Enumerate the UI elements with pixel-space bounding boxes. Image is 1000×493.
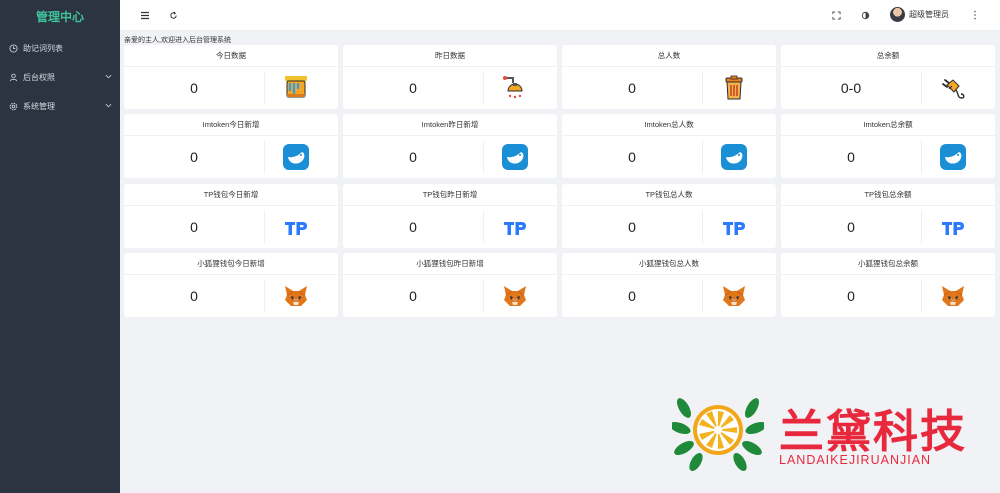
chevron-down-icon — [105, 73, 112, 82]
stat-card: 今日数据 0 — [124, 45, 338, 109]
imtoken-logo-icon — [720, 143, 748, 171]
hamburger-icon[interactable] — [138, 8, 152, 22]
sidebar-item-label: 系统管理 — [23, 102, 55, 111]
tp-logo-icon — [939, 213, 967, 241]
username: 超级管理员 — [909, 10, 949, 19]
card-title: Imtoken总人数 — [562, 114, 776, 136]
paint-bucket-icon — [282, 74, 310, 102]
plug-icon — [939, 74, 967, 102]
stat-card: 小狐狸钱包总人数 0 — [562, 253, 776, 317]
card-value: 0 — [628, 288, 636, 304]
card-value: 0 — [190, 288, 198, 304]
watermark-subtitle: LANDAIKEJIRUANJIAN — [779, 453, 932, 467]
card-title: TP钱包今日新增 — [124, 184, 338, 206]
welcome-notice: 亲爱的主人,欢迎进入后台管理系统 — [124, 37, 231, 44]
card-title: 小狐狸钱包昨日新增 — [343, 253, 557, 275]
tp-logo-icon — [501, 213, 529, 241]
card-value: 0 — [628, 80, 636, 96]
refresh-icon[interactable] — [166, 8, 180, 22]
imtoken-logo-icon — [939, 143, 967, 171]
card-value: 0 — [409, 149, 417, 165]
more-vertical-icon[interactable] — [968, 8, 982, 22]
card-value: 0 — [409, 219, 417, 235]
stat-card: 总人数 0 — [562, 45, 776, 109]
chevron-down-icon — [105, 102, 112, 111]
card-title: 昨日数据 — [343, 45, 557, 67]
card-title: 小狐狸钱包总人数 — [562, 253, 776, 275]
metamask-fox-icon — [939, 282, 967, 310]
stat-card: TP钱包昨日新增 0 — [343, 184, 557, 248]
card-title: Imtoken今日新增 — [124, 114, 338, 136]
stat-card: TP钱包总余额 0 — [781, 184, 995, 248]
stat-card: 昨日数据 0 — [343, 45, 557, 109]
stat-card: TP钱包今日新增 0 — [124, 184, 338, 248]
imtoken-logo-icon — [282, 143, 310, 171]
stat-card: 总余额 0-0 — [781, 45, 995, 109]
card-value: 0 — [847, 219, 855, 235]
avatar — [890, 7, 905, 22]
card-value: 0 — [190, 80, 198, 96]
watermark-logo — [672, 398, 764, 472]
shower-icon — [501, 74, 529, 102]
card-title: TP钱包总余额 — [781, 184, 995, 206]
fullscreen-icon[interactable] — [829, 8, 843, 22]
card-value: 0 — [190, 219, 198, 235]
app-title: 管理中心 — [35, 10, 84, 24]
sidebar-item-admin-permissions[interactable]: 后台权限 — [0, 63, 120, 92]
card-value: 0 — [628, 149, 636, 165]
card-title: 小狐狸钱包总余额 — [781, 253, 995, 275]
watermark: 兰黛科技 LANDAIKEJIRUANJIAN — [672, 392, 982, 472]
card-value: 0 — [847, 288, 855, 304]
clock-icon — [8, 44, 18, 54]
sidebar-item-mnemonic-list[interactable]: 助记词列表 — [0, 34, 120, 63]
stat-card: TP钱包总人数 0 — [562, 184, 776, 248]
card-value: 0-0 — [840, 80, 862, 96]
card-value: 0 — [190, 149, 198, 165]
card-title: TP钱包总人数 — [562, 184, 776, 206]
gear-icon — [8, 102, 18, 112]
sidebar-item-label: 后台权限 — [23, 73, 55, 82]
sidebar-item-label: 助记词列表 — [23, 44, 63, 53]
theme-icon[interactable] — [858, 8, 872, 22]
user-menu[interactable]: 超级管理员 — [890, 7, 949, 22]
watermark-title: 兰黛科技 — [779, 405, 968, 458]
stat-card: Imtoken昨日新增 0 — [343, 114, 557, 178]
metamask-fox-icon — [501, 282, 529, 310]
stat-card: Imtoken总余额 0 — [781, 114, 995, 178]
card-value: 0 — [628, 219, 636, 235]
card-value: 0 — [847, 149, 855, 165]
card-title: 小狐狸钱包今日新增 — [124, 253, 338, 275]
trash-bin-icon — [720, 74, 748, 102]
card-value: 0 — [409, 80, 417, 96]
stat-card: Imtoken今日新增 0 — [124, 114, 338, 178]
imtoken-logo-icon — [501, 143, 529, 171]
card-title: TP钱包昨日新增 — [343, 184, 557, 206]
top-header: 超级管理员 — [120, 0, 1000, 31]
sidebar: 管理中心 助记词列表 后台权限 系统管理 — [0, 0, 120, 493]
card-title: 总人数 — [562, 45, 776, 67]
metamask-fox-icon — [282, 282, 310, 310]
stat-card: 小狐狸钱包总余额 0 — [781, 253, 995, 317]
tp-logo-icon — [282, 213, 310, 241]
metamask-fox-icon — [720, 282, 748, 310]
card-title: 总余额 — [781, 45, 995, 67]
sidebar-item-system-management[interactable]: 系统管理 — [0, 92, 120, 121]
card-value: 0 — [409, 288, 417, 304]
user-icon — [8, 73, 18, 83]
tp-logo-icon — [720, 213, 748, 241]
card-title: Imtoken总余额 — [781, 114, 995, 136]
card-title: Imtoken昨日新增 — [343, 114, 557, 136]
stat-card: 小狐狸钱包昨日新增 0 — [343, 253, 557, 317]
card-title: 今日数据 — [124, 45, 338, 67]
stat-card: 小狐狸钱包今日新增 0 — [124, 253, 338, 317]
stat-card: Imtoken总人数 0 — [562, 114, 776, 178]
